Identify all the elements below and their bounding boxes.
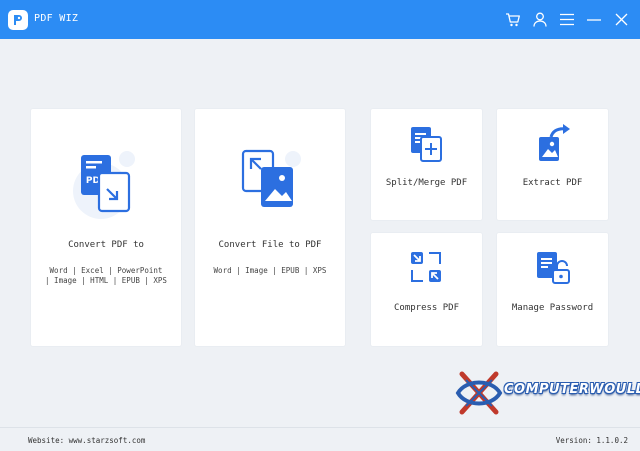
manage-password-card[interactable]: Manage Password bbox=[497, 233, 608, 346]
website-link[interactable]: Website: www.starzsoft.com bbox=[28, 436, 145, 445]
convert-file-formats-line1: Word | Image | EPUB | XPS bbox=[213, 266, 327, 275]
convert-pdf-label: Convert PDF to bbox=[68, 240, 144, 250]
footer-divider bbox=[0, 427, 640, 428]
title-bar: PDF WIZ bbox=[0, 0, 640, 39]
extract-icon bbox=[537, 123, 573, 167]
convert-pdf-formats-line2: | Image | HTML | EPUB | XPS bbox=[45, 276, 167, 285]
close-icon[interactable] bbox=[608, 0, 634, 39]
watermark-logo-icon bbox=[455, 371, 503, 415]
password-icon bbox=[535, 250, 571, 290]
app-title: PDF WIZ bbox=[34, 13, 79, 24]
split-merge-label: Split/Merge PDF bbox=[385, 178, 468, 188]
app-logo-icon bbox=[8, 10, 28, 30]
menu-icon[interactable] bbox=[554, 0, 580, 39]
manage-password-label: Manage Password bbox=[511, 303, 594, 313]
minimize-icon[interactable] bbox=[581, 0, 607, 39]
split-merge-card[interactable]: Split/Merge PDF bbox=[371, 109, 482, 220]
cart-icon[interactable] bbox=[500, 0, 526, 39]
extract-card[interactable]: Extract PDF bbox=[497, 109, 608, 220]
convert-file-card[interactable]: Convert File to PDF Word | Image | EPUB … bbox=[195, 109, 345, 346]
pdf-convert-icon: PDF bbox=[71, 151, 143, 227]
compress-card[interactable]: Compress PDF bbox=[371, 233, 482, 346]
convert-file-label: Convert File to PDF bbox=[218, 240, 322, 250]
watermark: COMPUTERWOULD bbox=[452, 366, 640, 420]
version-label: Version: 1.1.0.2 bbox=[555, 436, 628, 445]
split-merge-icon bbox=[409, 125, 445, 167]
extract-label: Extract PDF bbox=[522, 178, 583, 188]
convert-pdf-card[interactable]: PDF Convert PDF to Word | Excel | PowerP… bbox=[31, 109, 181, 346]
user-icon[interactable] bbox=[527, 0, 553, 39]
file-to-pdf-icon bbox=[235, 145, 307, 221]
compress-label: Compress PDF bbox=[393, 303, 460, 313]
watermark-text: COMPUTERWOULD bbox=[504, 382, 640, 397]
compress-icon bbox=[409, 250, 443, 288]
